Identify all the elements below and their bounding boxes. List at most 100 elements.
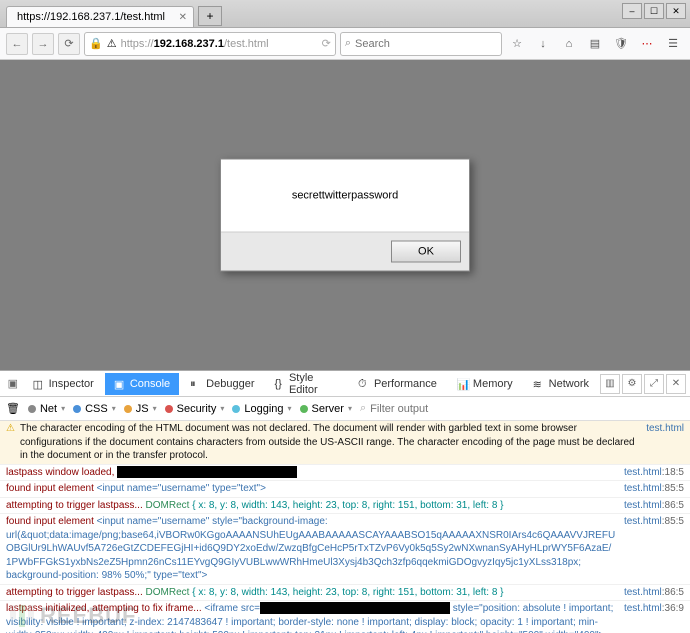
- search-icon: ⌕: [345, 37, 351, 50]
- dot-icon: [165, 405, 173, 413]
- reload-button[interactable]: ⟳: [58, 33, 80, 55]
- devtools-close-icon[interactable]: ✕: [666, 374, 686, 394]
- watermark-text: REEBUF: [40, 603, 136, 629]
- forward-button[interactable]: →: [32, 33, 54, 55]
- console-row: ⚠The character encoding of the HTML docu…: [0, 421, 690, 465]
- dot-icon: [300, 405, 308, 413]
- chevron-down-icon: ▾: [348, 404, 352, 413]
- tab-performance[interactable]: ⏱Performance: [349, 373, 446, 395]
- tab-debugger[interactable]: ⏸Debugger: [181, 373, 263, 395]
- home-icon[interactable]: ⌂: [558, 33, 580, 55]
- tab-inspector[interactable]: ◫Inspector: [24, 373, 103, 395]
- chevron-down-icon: ▾: [112, 404, 116, 413]
- console-source[interactable]: test.html:85:5: [616, 515, 684, 583]
- chevron-down-icon: ▾: [61, 404, 65, 413]
- devtools-right: ▥ ⚙ ⤢ ✕: [600, 374, 686, 394]
- dock-icon[interactable]: ▣: [4, 374, 22, 394]
- devtools: ▣ ◫Inspector ▣Console ⏸Debugger {}Style …: [0, 370, 690, 633]
- filter-server[interactable]: Server▾: [300, 403, 352, 415]
- filter-js[interactable]: JS▾: [124, 403, 157, 415]
- filter-css[interactable]: CSS▾: [73, 403, 116, 415]
- filter-security[interactable]: Security▾: [165, 403, 225, 415]
- console-message: lastpass window loaded,: [6, 466, 616, 480]
- warn-icon: ⚠: [6, 422, 20, 463]
- reader-icon[interactable]: ⟳: [322, 37, 331, 50]
- filter-output-input[interactable]: [370, 403, 684, 415]
- url-bar[interactable]: 🔒 ⚠ https:// 192.168.237.1 /test.html ⟳: [84, 32, 336, 56]
- filter-icon: ⌕: [360, 402, 366, 415]
- console-source[interactable]: test.html:36:9: [616, 602, 684, 633]
- network-icon: ≋: [533, 378, 545, 390]
- alert-buttons: OK: [221, 232, 469, 271]
- new-tab-button[interactable]: +: [198, 6, 222, 26]
- tab-network[interactable]: ≋Network: [524, 373, 598, 395]
- console-source[interactable]: test.html:85:5: [616, 482, 684, 496]
- titlebar: https://192.168.237.1/test.html ✕ + – ☐ …: [0, 0, 690, 28]
- chevron-down-icon: ▾: [153, 404, 157, 413]
- navbar: ← → ⟳ 🔒 ⚠ https:// 192.168.237.1 /test.h…: [0, 28, 690, 60]
- chevron-down-icon: ▾: [288, 404, 292, 413]
- back-button[interactable]: ←: [6, 33, 28, 55]
- maximize-button[interactable]: ☐: [644, 3, 664, 19]
- console-filters: 🗑 Net▾ CSS▾ JS▾ Security▾ Logging▾ Serve…: [0, 397, 690, 421]
- chevron-down-icon: ▾: [220, 404, 224, 413]
- perf-icon: ⏱: [358, 378, 370, 390]
- search-bar[interactable]: ⌕: [340, 32, 502, 56]
- console-message: The character encoding of the HTML docum…: [20, 422, 638, 463]
- tab-memory[interactable]: 📊Memory: [448, 373, 522, 395]
- tab-title: https://192.168.237.1/test.html: [17, 11, 165, 23]
- console-row: found input element <input name="usernam…: [0, 514, 690, 585]
- console-row: attempting to trigger lastpass... DOMRec…: [0, 585, 690, 602]
- close-tab-icon[interactable]: ✕: [179, 12, 187, 23]
- memory-icon: 📊: [457, 378, 469, 390]
- console-source[interactable]: test.html: [638, 422, 684, 463]
- devtools-options-icon[interactable]: ⚙: [622, 374, 642, 394]
- debugger-icon: ⏸: [190, 378, 202, 390]
- url-prefix: https://: [121, 38, 154, 50]
- console-log[interactable]: ⚠The character encoding of the HTML docu…: [0, 421, 690, 633]
- ok-button[interactable]: OK: [391, 241, 461, 263]
- filter-net[interactable]: Net▾: [28, 403, 65, 415]
- dot-icon: [73, 405, 81, 413]
- lastpass-icon[interactable]: ⋯: [636, 33, 658, 55]
- shield-icon[interactable]: 🛡: [610, 33, 632, 55]
- tab-console[interactable]: ▣Console: [105, 373, 179, 395]
- console-source[interactable]: test.html:86:5: [616, 586, 684, 600]
- style-icon: {}: [275, 378, 285, 390]
- split-console-icon[interactable]: ▥: [600, 374, 620, 394]
- devtools-expand-icon[interactable]: ⤢: [644, 374, 664, 394]
- watermark: REEBUF: [10, 603, 136, 629]
- console-source[interactable]: test.html:18:5: [616, 466, 684, 480]
- console-row: found input element <input name="usernam…: [0, 481, 690, 498]
- tab-style-editor[interactable]: {}Style Editor: [266, 367, 347, 401]
- window-controls: – ☐ ✕: [622, 3, 686, 19]
- console-message: attempting to trigger lastpass... DOMRec…: [6, 499, 616, 513]
- console-icon: ▣: [114, 378, 126, 390]
- filter-output[interactable]: ⌕: [360, 402, 684, 415]
- search-input[interactable]: [355, 38, 497, 50]
- console-row: attempting to trigger lastpass... DOMRec…: [0, 498, 690, 515]
- dot-icon: [232, 405, 240, 413]
- console-message: found input element <input name="usernam…: [6, 515, 616, 583]
- console-message: found input element <input name="usernam…: [6, 482, 616, 496]
- inspector-icon: ◫: [33, 378, 45, 390]
- alert-message: secrettwitterpassword: [221, 160, 469, 232]
- console-source[interactable]: test.html:86:5: [616, 499, 684, 513]
- dot-icon: [124, 405, 132, 413]
- dot-icon: [28, 405, 36, 413]
- downloads-icon[interactable]: ↓: [532, 33, 554, 55]
- bookmark-star-icon[interactable]: ☆: [506, 33, 528, 55]
- devtools-tabs: ▣ ◫Inspector ▣Console ⏸Debugger {}Style …: [0, 371, 690, 397]
- console-row: lastpass window loaded, test.html:18:5: [0, 465, 690, 482]
- console-message: attempting to trigger lastpass... DOMRec…: [6, 586, 616, 600]
- filter-logging[interactable]: Logging▾: [232, 403, 291, 415]
- clear-console-icon[interactable]: 🗑: [6, 402, 20, 415]
- library-icon[interactable]: ▤: [584, 33, 606, 55]
- warn-icon: ⚠: [107, 37, 117, 50]
- minimize-button[interactable]: –: [622, 3, 642, 19]
- page-content: secrettwitterpassword OK: [0, 60, 690, 370]
- menu-icon[interactable]: ☰: [662, 33, 684, 55]
- url-path: /test.html: [224, 38, 269, 50]
- close-window-button[interactable]: ✕: [666, 3, 686, 19]
- browser-tab[interactable]: https://192.168.237.1/test.html ✕: [6, 6, 194, 27]
